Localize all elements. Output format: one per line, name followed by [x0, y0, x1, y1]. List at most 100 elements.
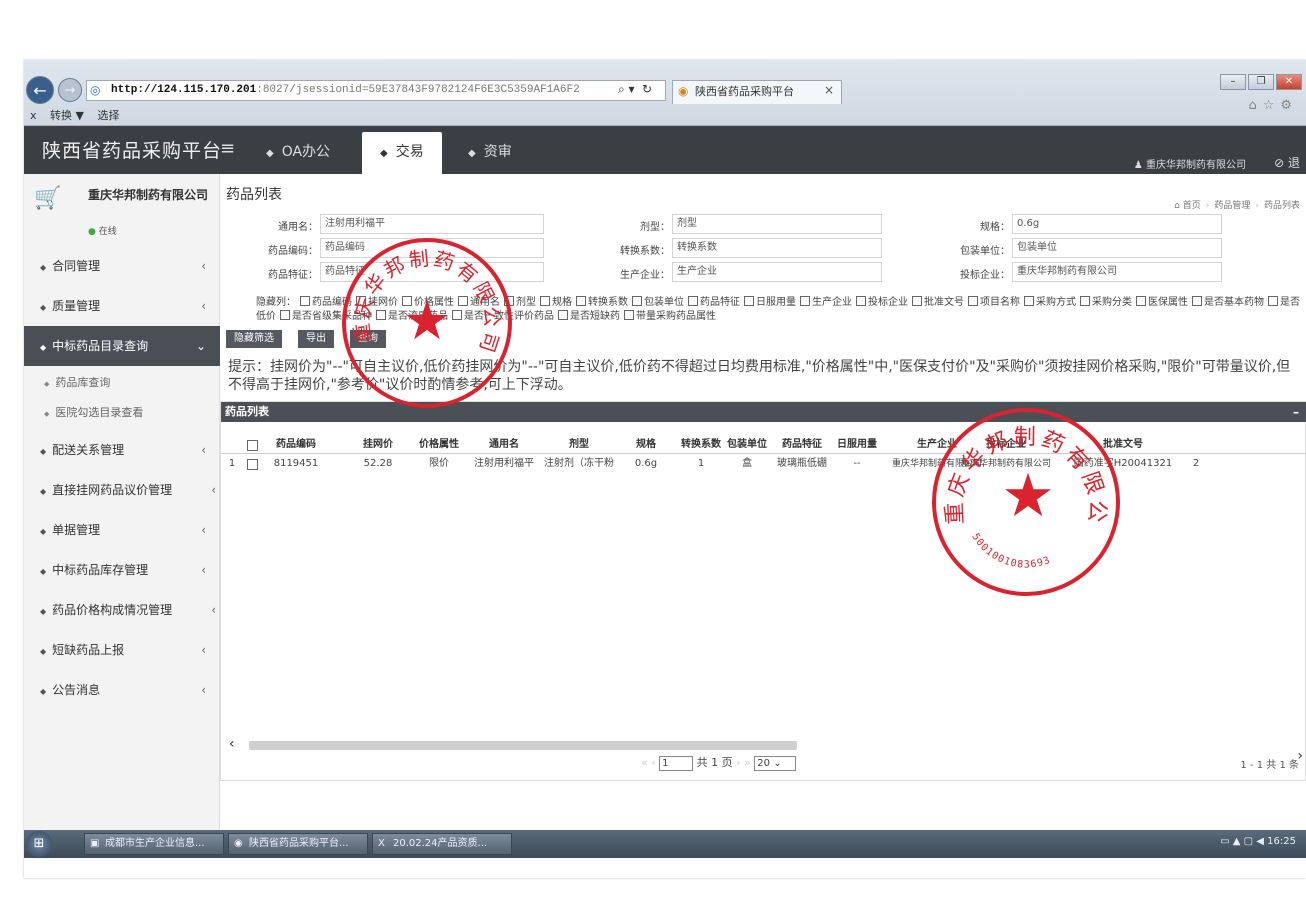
- first-page-icon[interactable]: «: [641, 756, 648, 769]
- close-window-button[interactable]: ✕: [1276, 74, 1302, 90]
- sidebar-item-catalog[interactable]: ◆ 中标药品目录查询 ⌄: [24, 326, 220, 366]
- tray-icons[interactable]: ▭ ▲ ▢ ◀: [1220, 836, 1267, 847]
- sidebar-sub-hospital-catalog[interactable]: ◆ 医院勾选目录查看: [24, 396, 220, 430]
- hide-column-option[interactable]: 带量采购药品属性: [620, 310, 716, 322]
- column-header[interactable]: 挂网价: [351, 436, 405, 454]
- hide-column-option[interactable]: 采购分类: [1076, 296, 1132, 308]
- generic-name-input[interactable]: 注射用利福平: [320, 214, 544, 234]
- back-button[interactable]: ←: [26, 76, 54, 104]
- sidebar-sub-drug-library[interactable]: ◆ 药品库查询: [24, 366, 220, 400]
- hide-column-option[interactable]: 生产企业: [796, 296, 852, 308]
- checkbox[interactable]: [800, 296, 810, 306]
- hide-column-option[interactable]: 投标企业: [852, 296, 908, 308]
- column-header[interactable]: 药品特征: [777, 436, 827, 454]
- sidebar-item-quality[interactable]: ◆ 质量管理 ‹: [24, 286, 220, 326]
- hide-column-option[interactable]: 包装单位: [628, 296, 684, 308]
- checkbox[interactable]: [632, 296, 642, 306]
- hide-column-option[interactable]: 是否短缺药: [554, 310, 620, 322]
- hide-column-option[interactable]: 医保属性: [1132, 296, 1188, 308]
- last-page-icon[interactable]: »: [744, 756, 754, 769]
- sidebar-item-announcements[interactable]: ◆ 公告消息 ‹: [24, 670, 220, 710]
- column-header[interactable]: 药品编码: [261, 436, 331, 454]
- bid-company-input[interactable]: 重庆华邦制药有限公司: [1012, 262, 1222, 282]
- tab-close-icon[interactable]: ×: [824, 83, 834, 97]
- column-header[interactable]: 剂型: [541, 436, 617, 454]
- checkbox[interactable]: [1136, 296, 1146, 306]
- sidebar-item-shortage[interactable]: ◆ 短缺药品上报 ‹: [24, 630, 220, 670]
- checkbox[interactable]: [280, 310, 290, 320]
- checkbox[interactable]: [1080, 296, 1090, 306]
- maximize-button[interactable]: ❐: [1248, 74, 1274, 90]
- conversion-input[interactable]: 转换系数: [672, 238, 882, 258]
- hide-filter-button[interactable]: 隐藏筛选: [226, 330, 282, 348]
- checkbox[interactable]: [1268, 296, 1278, 306]
- checkbox[interactable]: [1024, 296, 1034, 306]
- horizontal-scrollbar[interactable]: ‹ ›: [229, 736, 1303, 764]
- hide-column-option[interactable]: 规格: [536, 296, 572, 308]
- hide-column-option[interactable]: 批准文号: [908, 296, 964, 308]
- checkbox[interactable]: [688, 296, 698, 306]
- column-header[interactable]: 转换系数: [681, 436, 721, 454]
- checkbox[interactable]: [300, 296, 310, 306]
- cmd-convert[interactable]: 转换 ▼: [50, 109, 84, 122]
- column-header[interactable]: 通用名: [471, 436, 537, 454]
- prev-page-icon[interactable]: ‹: [651, 756, 659, 769]
- checkbox[interactable]: [624, 310, 634, 320]
- dosage-form-input[interactable]: 剂型: [672, 214, 882, 234]
- checkbox[interactable]: [856, 296, 866, 306]
- checkbox[interactable]: [912, 296, 922, 306]
- sidebar-item-contract[interactable]: ◆ 合同管理 ‹: [24, 246, 220, 286]
- menu-toggle-icon[interactable]: ≡: [220, 138, 235, 159]
- checkbox[interactable]: [1192, 296, 1202, 306]
- hide-column-option[interactable]: 是否基本药物: [1188, 296, 1264, 308]
- search-icon[interactable]: ⌕ ▾: [618, 82, 635, 97]
- minimize-button[interactable]: –: [1220, 74, 1246, 90]
- sidebar-item-inventory[interactable]: ◆ 中标药品库存管理 ‹: [24, 550, 220, 590]
- pack-unit-input[interactable]: 包装单位: [1012, 238, 1222, 258]
- task-item-1[interactable]: ▣ 成都市生产企业信息...: [84, 833, 224, 855]
- sidebar-item-documents[interactable]: ◆ 单据管理 ‹: [24, 510, 220, 550]
- column-header[interactable]: 包装单位: [721, 436, 773, 454]
- refresh-icon[interactable]: ↻: [642, 82, 652, 96]
- select-all-checkbox[interactable]: [247, 440, 258, 451]
- breadcrumb-drug-mgmt[interactable]: 药品管理: [1214, 201, 1250, 211]
- task-item-3[interactable]: X 20.02.24产品资质...: [372, 833, 512, 855]
- scroll-left-icon[interactable]: ‹: [229, 736, 235, 752]
- sidebar-item-price-structure[interactable]: ◆ 药品价格构成情况管理 ‹: [24, 590, 220, 630]
- user-menu[interactable]: ♟ 重庆华邦制药有限公司: [1134, 156, 1246, 171]
- breadcrumb-home[interactable]: 首页: [1183, 201, 1201, 211]
- hide-column-option[interactable]: 日服用量: [740, 296, 796, 308]
- spec-input[interactable]: 0.6g: [1012, 214, 1222, 234]
- hide-column-option[interactable]: 转换系数: [572, 296, 628, 308]
- hide-column-option[interactable]: 采购方式: [1020, 296, 1076, 308]
- column-header[interactable]: 日服用量: [829, 436, 885, 454]
- start-button[interactable]: ⊞: [26, 831, 52, 857]
- checkbox[interactable]: [576, 296, 586, 306]
- task-item-2[interactable]: ◉ 陕西省药品采购平台...: [228, 833, 368, 855]
- next-page-icon[interactable]: ›: [736, 756, 740, 769]
- scrollbar-thumb[interactable]: [249, 741, 797, 750]
- logout-icon[interactable]: ⊘ 退: [1274, 154, 1300, 171]
- checkbox[interactable]: [968, 296, 978, 306]
- forward-button[interactable]: →: [58, 78, 82, 102]
- page-size-select[interactable]: 20 ⌄: [754, 755, 797, 771]
- page-input[interactable]: 1: [659, 755, 694, 771]
- hide-column-option[interactable]: 项目名称: [964, 296, 1020, 308]
- checkbox[interactable]: [558, 310, 568, 320]
- column-header[interactable]: 价格属性: [411, 436, 467, 454]
- column-header[interactable]: 规格: [621, 436, 671, 454]
- hide-column-option[interactable]: 药品特征: [684, 296, 740, 308]
- cmd-close[interactable]: x: [30, 109, 37, 122]
- address-bar[interactable]: http://124.115.170.201:8027/jsessionid=5…: [86, 80, 666, 101]
- checkbox[interactable]: [744, 296, 754, 306]
- collapse-icon[interactable]: –: [1293, 402, 1299, 422]
- tab-trade[interactable]: ◆ 交易: [362, 132, 442, 174]
- cmd-select[interactable]: 选择: [97, 109, 119, 122]
- browser-tab[interactable]: 陕西省药品采购平台: [672, 80, 842, 104]
- export-button[interactable]: 导出: [298, 330, 334, 348]
- table-row[interactable]: 1 8119451 52.28 限价 注射用利福平 注射剂（冻干粉 0.6g 1 盒 玻璃瓶低硼 -…: [221, 455, 1306, 473]
- sidebar-item-distribution[interactable]: ◆ 配送关系管理 ‹: [24, 430, 220, 470]
- tab-audit[interactable]: ◆ 资审: [450, 132, 530, 174]
- tab-oa[interactable]: ◆ OA办公: [248, 132, 348, 174]
- checkbox[interactable]: [540, 296, 550, 306]
